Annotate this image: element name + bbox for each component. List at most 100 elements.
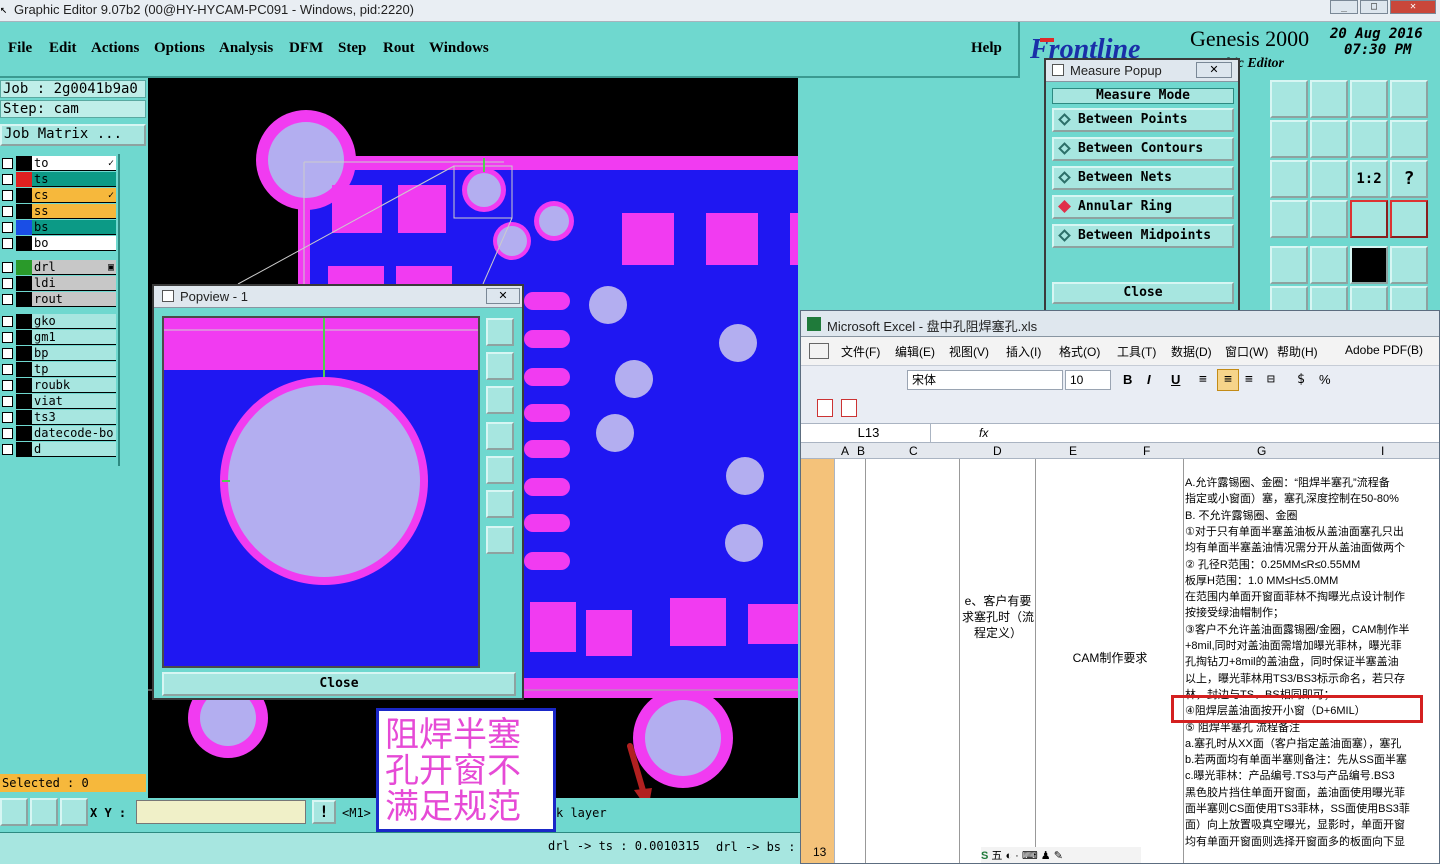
layer-checkbox[interactable] <box>2 444 13 455</box>
move-up-tool-icon[interactable] <box>1270 80 1308 118</box>
merge-icon[interactable]: ⊟ <box>1267 372 1275 387</box>
measure-mode-between-midpoints[interactable]: Between Midpoints <box>1052 224 1234 248</box>
column-header[interactable]: B <box>857 444 865 458</box>
xy-input[interactable] <box>136 800 306 824</box>
cell-e13[interactable]: CAM制作要求 <box>1037 649 1183 666</box>
popview-close-button[interactable]: Close <box>162 672 516 696</box>
ruler-tool-icon[interactable] <box>1350 246 1388 284</box>
layer-row-gm1[interactable]: gm1 <box>0 330 118 345</box>
zoom-out-button[interactable] <box>486 526 514 554</box>
layer-row-bp[interactable]: bp <box>0 346 118 361</box>
pan-right-button[interactable] <box>486 456 514 484</box>
excel-menu-item[interactable]: 视图(V) <box>949 343 989 360</box>
column-header[interactable]: C <box>909 444 918 458</box>
align-right-icon[interactable]: ≡ <box>1245 372 1253 387</box>
layer-row-roubk[interactable]: roubk <box>0 378 118 393</box>
scale-tool-icon[interactable]: 1:2 <box>1350 160 1388 198</box>
layer-checkbox[interactable] <box>2 412 13 423</box>
layer-row-ss[interactable]: ss <box>0 204 118 219</box>
layer-row-ts3[interactable]: ts3 <box>0 410 118 425</box>
layer-row-tp[interactable]: tp <box>0 362 118 377</box>
pan-up-button[interactable] <box>486 352 514 380</box>
menu-actions[interactable]: Actions <box>91 40 139 57</box>
menu-help[interactable]: Help <box>971 40 1002 57</box>
pdf-icon[interactable] <box>817 399 833 417</box>
menu-windows[interactable]: Windows <box>429 40 489 57</box>
menu-analysis[interactable]: Analysis <box>219 40 273 57</box>
layer-row-to[interactable]: to ✓ <box>0 156 118 171</box>
layer-row-gko[interactable]: gko <box>0 314 118 329</box>
measure-mode-annular-ring[interactable]: Annular Ring <box>1052 195 1234 219</box>
italic-button[interactable]: I <box>1147 372 1151 387</box>
zoom-in-button[interactable] <box>486 490 514 518</box>
minimize-button[interactable]: _ <box>1330 0 1358 14</box>
align-center-icon[interactable]: ≡ <box>1217 369 1239 391</box>
layer-checkbox[interactable] <box>2 206 13 217</box>
cell-d13[interactable]: e、客户有要求塞孔时（流程定义） <box>961 593 1035 641</box>
redo-tool-icon[interactable] <box>1390 120 1428 158</box>
popview-canvas[interactable] <box>162 316 480 668</box>
pan-left-button[interactable] <box>486 422 514 450</box>
excel-menu-item[interactable]: Adobe PDF(B) <box>1345 343 1423 357</box>
percent-icon[interactable]: % <box>1319 372 1331 387</box>
column-header[interactable]: D <box>993 444 1002 458</box>
column-header[interactable]: F <box>1143 444 1150 458</box>
menu-step[interactable]: Step <box>338 40 366 57</box>
snap-tool-icon[interactable] <box>1270 200 1308 238</box>
layer-checkbox[interactable] <box>2 332 13 343</box>
layer-checkbox[interactable] <box>2 158 13 169</box>
excel-menu-item[interactable]: 帮助(H) <box>1277 343 1318 360</box>
measure-mode-between-points[interactable]: Between Points <box>1052 108 1234 132</box>
layer-checkbox[interactable] <box>2 278 13 289</box>
menu-dfm[interactable]: DFM <box>289 40 323 57</box>
column-header[interactable]: E <box>1069 444 1077 458</box>
measure-pair-tool-icon[interactable] <box>1390 200 1428 238</box>
move-down-tool-icon[interactable] <box>1310 80 1348 118</box>
column-header[interactable]: I <box>1381 444 1384 458</box>
underline-button[interactable]: U <box>1171 372 1180 387</box>
frame-tool-icon[interactable] <box>1390 80 1428 118</box>
layer-row-rout[interactable]: rout <box>0 292 118 307</box>
font-name-select[interactable]: 宋体 <box>907 370 1063 390</box>
layer-row-datecode-bo[interactable]: datecode-bo <box>0 426 118 441</box>
excel-menu-item[interactable]: 格式(O) <box>1059 343 1100 360</box>
measure-mode-between-nets[interactable]: Between Nets <box>1052 166 1234 190</box>
menu-options[interactable]: Options <box>154 40 205 57</box>
excel-menu-item[interactable]: 文件(F) <box>841 343 880 360</box>
cursor-mode-icon[interactable] <box>0 798 28 826</box>
shape-tool-icon[interactable] <box>1310 246 1348 284</box>
close-window-button[interactable]: ✕ <box>1390 0 1436 14</box>
currency-icon[interactable]: $ <box>1297 372 1305 387</box>
menu-edit[interactable]: Edit <box>49 40 77 57</box>
layer-checkbox[interactable] <box>2 222 13 233</box>
alert-button[interactable]: ! <box>312 800 336 824</box>
measure-mode-between-contours[interactable]: Between Contours <box>1052 137 1234 161</box>
bold-button[interactable]: B <box>1123 372 1132 387</box>
layer-checkbox[interactable] <box>2 348 13 359</box>
layer-checkbox[interactable] <box>2 262 13 273</box>
layer-row-bs[interactable]: bs <box>0 220 118 235</box>
name-box[interactable]: L13 <box>807 424 931 442</box>
layer-row-viat[interactable]: viat <box>0 394 118 409</box>
menu-rout[interactable]: Rout <box>383 40 415 57</box>
job-matrix-button[interactable]: Job Matrix ... <box>0 124 146 146</box>
font-size-select[interactable]: 10 <box>1065 370 1111 390</box>
zoom-extents-tool-icon[interactable] <box>1270 160 1308 198</box>
excel-menu-item[interactable]: 数据(D) <box>1171 343 1212 360</box>
home-tool-icon[interactable] <box>1350 80 1388 118</box>
maximize-button[interactable]: □ <box>1360 0 1388 14</box>
layer-row-bo[interactable]: bo <box>0 236 118 251</box>
popview-close-x-button[interactable]: ✕ <box>486 288 520 304</box>
excel-menu-item[interactable]: 窗口(W) <box>1225 343 1268 360</box>
pdf-email-icon[interactable] <box>841 399 857 417</box>
excel-menu-item[interactable]: 插入(I) <box>1006 343 1041 360</box>
pad-tool-icon[interactable] <box>1390 246 1428 284</box>
zoom-center-tool-icon[interactable] <box>1310 160 1348 198</box>
layer-row-cs[interactable]: cs ✓ <box>0 188 118 203</box>
layer-checkbox[interactable] <box>2 174 13 185</box>
move-right-tool-icon[interactable] <box>1310 120 1348 158</box>
layer-checkbox[interactable] <box>2 380 13 391</box>
layer-row-ldi[interactable]: ldi <box>0 276 118 291</box>
sheet-grid[interactable]: 13 e、客户有要求塞孔时（流程定义） CAM制作要求 A.允许露锡圈、金圈：“… <box>801 459 1439 863</box>
measure-close-x-button[interactable]: ✕ <box>1196 62 1232 78</box>
